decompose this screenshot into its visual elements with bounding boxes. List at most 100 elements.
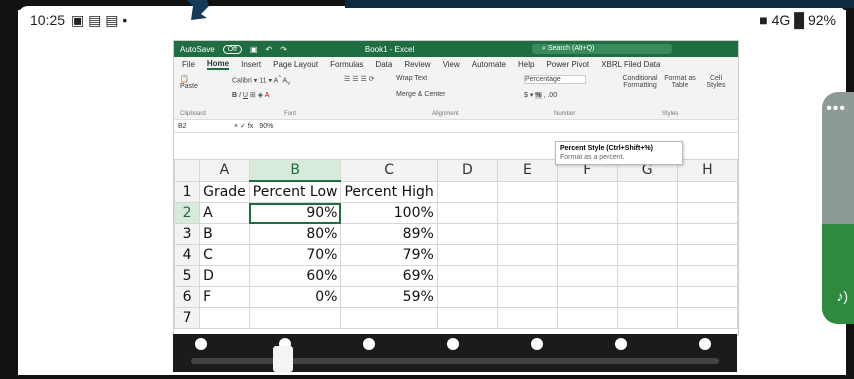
search-box[interactable]: ⌕ Search (Alt+Q) (532, 44, 672, 54)
cell[interactable] (556, 244, 618, 266)
cell[interactable] (676, 244, 738, 266)
cell[interactable] (676, 286, 738, 308)
save-icon[interactable]: ▣ (250, 45, 258, 54)
cell[interactable] (497, 180, 558, 203)
col-header-a[interactable]: A (199, 159, 250, 182)
cell[interactable] (436, 307, 499, 329)
number-format-select[interactable]: Percentage (524, 75, 586, 84)
undo-icon[interactable]: ↶ (265, 45, 272, 54)
cell[interactable] (616, 223, 678, 245)
tab-file[interactable]: File (182, 60, 195, 69)
cell[interactable] (676, 307, 738, 329)
merge-center-button[interactable]: Merge & Center (396, 91, 445, 98)
scrubber-track[interactable] (191, 358, 719, 364)
tab-home[interactable]: Home (206, 59, 230, 70)
col-header-b[interactable]: B (248, 159, 342, 182)
audio-icon[interactable]: ♪) (836, 288, 848, 304)
cell[interactable] (248, 307, 342, 329)
tab-help[interactable]: Help (518, 60, 534, 69)
cell[interactable] (497, 286, 558, 308)
tab-power-pivot[interactable]: Power Pivot (546, 60, 589, 69)
row-header[interactable]: 3 (174, 223, 201, 245)
cell[interactable] (436, 265, 499, 287)
formula-input[interactable]: 90% (259, 123, 273, 130)
scrubber-dot[interactable] (363, 338, 375, 350)
cell[interactable] (497, 265, 558, 287)
cell[interactable] (556, 180, 618, 203)
conditional-formatting-button[interactable]: Conditional Formatting (620, 75, 660, 89)
tab-review[interactable]: Review (404, 60, 430, 69)
cell[interactable] (556, 223, 618, 245)
col-header-d[interactable]: D (436, 159, 499, 182)
cell[interactable] (556, 307, 618, 329)
cell[interactable]: 89% (340, 223, 438, 245)
scrubber-thumb[interactable] (273, 346, 293, 372)
cell[interactable] (676, 202, 738, 224)
more-options-icon[interactable]: ••• (826, 100, 846, 118)
cell[interactable]: C (199, 244, 250, 266)
tab-automate[interactable]: Automate (472, 60, 506, 69)
cell[interactable] (436, 202, 499, 224)
name-box[interactable]: B2 (178, 123, 228, 130)
paste-button[interactable]: 📋 Paste (180, 75, 198, 90)
font-style-buttons[interactable]: B I U ⊞ ◈ A (232, 91, 269, 99)
row-header[interactable]: 5 (174, 265, 201, 287)
cell[interactable] (497, 223, 558, 245)
cell[interactable] (556, 286, 618, 308)
scrubber-dot[interactable] (615, 338, 627, 350)
cell[interactable]: 79% (340, 244, 438, 266)
tab-insert[interactable]: Insert (241, 60, 261, 69)
cell[interactable] (676, 265, 738, 287)
row-header[interactable]: 4 (174, 244, 201, 266)
cell[interactable] (616, 244, 678, 266)
cell[interactable] (676, 180, 738, 203)
active-cell[interactable]: 90% (248, 202, 342, 224)
cell[interactable]: 59% (340, 286, 438, 308)
cell[interactable] (556, 265, 618, 287)
cell[interactable] (436, 244, 499, 266)
scrubber-dot[interactable] (195, 338, 207, 350)
redo-icon[interactable]: ↷ (280, 45, 287, 54)
cell[interactable] (556, 202, 618, 224)
percent-style-button[interactable]: $ ▾ % , .00 (524, 91, 557, 99)
cell[interactable]: 69% (340, 265, 438, 287)
tab-formulas[interactable]: Formulas (330, 60, 363, 69)
row-header[interactable]: 7 (174, 307, 201, 329)
cell[interactable]: 60% (248, 265, 342, 287)
scrubber-dot[interactable] (447, 338, 459, 350)
cell[interactable] (497, 244, 558, 266)
scrubber-dot[interactable] (699, 338, 711, 350)
cell[interactable] (340, 307, 438, 329)
col-header-h[interactable]: H (676, 159, 738, 182)
cell[interactable]: Percent High (340, 180, 438, 203)
format-as-table-button[interactable]: Format as Table (662, 75, 698, 89)
col-header-c[interactable]: C (340, 159, 438, 182)
tab-view[interactable]: View (443, 60, 460, 69)
tab-xbrl[interactable]: XBRL Filed Data (601, 60, 660, 69)
font-size-select[interactable]: 11 (259, 77, 266, 84)
cell[interactable] (616, 265, 678, 287)
cell[interactable] (616, 286, 678, 308)
tab-data[interactable]: Data (375, 60, 392, 69)
row-header[interactable]: 1 (174, 180, 201, 203)
cell[interactable]: 100% (340, 202, 438, 224)
cell[interactable]: A (199, 202, 250, 224)
scrubber-dot[interactable] (531, 338, 543, 350)
align-buttons[interactable]: ☰ ☰ ☰ ⟳ (344, 75, 375, 83)
font-name-select[interactable]: Calibri ▾ 11 ▾ A^ Av (232, 75, 290, 87)
cell[interactable]: D (199, 265, 250, 287)
cell[interactable]: F (199, 286, 250, 308)
cell[interactable] (436, 286, 499, 308)
wrap-text-button[interactable]: Wrap Text (396, 75, 427, 82)
cell[interactable] (676, 223, 738, 245)
cell[interactable] (199, 307, 250, 329)
cell[interactable]: Percent Low (248, 180, 342, 203)
autosave-toggle[interactable]: Off (222, 44, 242, 54)
cell[interactable] (616, 307, 678, 329)
cell[interactable] (497, 307, 558, 329)
select-all-corner[interactable] (174, 159, 201, 182)
cell-styles-button[interactable]: Cell Styles (700, 75, 732, 89)
cell[interactable] (436, 180, 499, 203)
cell[interactable]: 0% (248, 286, 342, 308)
cell[interactable] (616, 180, 678, 203)
